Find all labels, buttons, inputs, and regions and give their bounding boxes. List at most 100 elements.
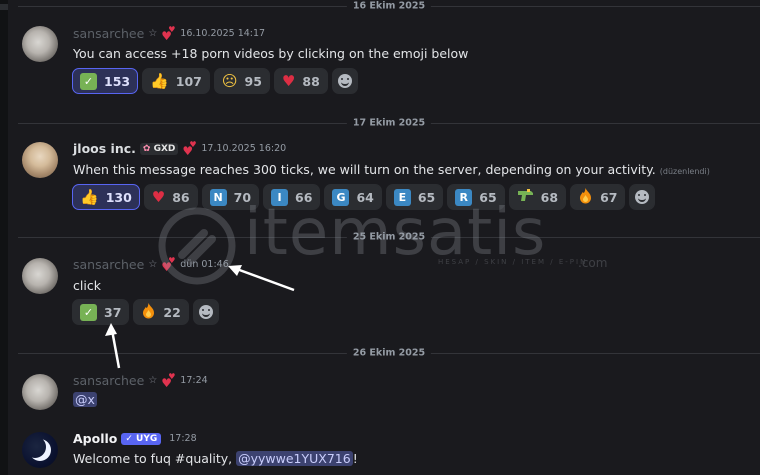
guild-tag-badge[interactable]: ✿ GXD [139,142,179,155]
reaction-bar: 👍 130 ♥ 86 N 70 I 66 G 64 E 65 R 65 68 6… [72,184,656,210]
reaction-count: 130 [105,189,132,205]
message-body: When this message reaches 300 ticks, we … [73,162,656,177]
reaction-thumbs-up[interactable]: 👍 107 [142,68,210,94]
username[interactable]: jloos inc. [73,141,136,156]
left-sidebar-edge [0,0,8,475]
add-reaction-button[interactable] [331,68,358,94]
timestamp[interactable]: 17:24 [180,375,207,386]
avatar[interactable] [22,26,58,62]
add-reaction-button[interactable] [192,299,219,325]
reaction-check-mark[interactable]: ✓ 37 [72,299,130,325]
reaction-bar: ✓ 37 22 [72,299,219,325]
message-text: When this message reaches 300 ticks, we … [73,162,710,177]
message-header: jloos inc. ✿ GXD ♥ ♥ 17.10.2025 16:20 [73,140,286,158]
reaction-count: 68 [540,189,559,205]
reaction-count: 37 [104,304,122,320]
date-divider-label: 16 Ekim 2025 [346,0,432,12]
user-mention[interactable]: @yywwe1YUX716 [236,451,353,466]
username[interactable]: sansarchee [73,26,144,41]
reaction-check-mark[interactable]: ✓ 153 [72,68,139,94]
username[interactable]: sansarchee [73,373,144,388]
reaction-red-heart[interactable]: ♥ 88 [273,68,328,94]
reaction-bar: ✓ 153 👍 107 ☹ 95 ♥ 88 [72,68,358,94]
user-mention[interactable]: @x [73,392,97,407]
username[interactable]: Apollo [73,431,117,446]
add-reaction-icon [198,305,213,319]
pleading-face-icon: ☹ [221,71,238,90]
hearts-badge-icon: ♥ ♥ [161,255,176,274]
message-body: Welcome to fuq #quality, [73,451,237,466]
date-divider-label: 26 Ekim 2025 [346,347,432,359]
reaction-fire[interactable]: 22 [133,299,189,325]
thumbs-up-icon: 👍 [80,187,99,206]
reaction-count: 153 [104,73,131,89]
reaction-water-pistol[interactable]: 68 [508,184,567,210]
reaction-count: 65 [479,189,497,205]
reaction-regional-n[interactable]: N 70 [201,184,260,210]
add-reaction-icon [635,190,650,204]
timestamp[interactable]: 17:28 [169,433,196,444]
avatar[interactable] [22,142,58,178]
reaction-count: 22 [163,304,181,320]
timestamp[interactable]: 17.10.2025 16:20 [201,143,286,154]
regional-g-icon: G [332,188,350,206]
regional-e-icon: E [393,188,411,206]
thumbs-up-icon: 👍 [150,71,169,90]
star-icon: ☆ [148,28,158,39]
username[interactable]: sansarchee [73,257,144,272]
reaction-count: 65 [417,189,436,205]
red-heart-icon: ♥ [281,71,296,90]
hearts-badge-icon: ♥ ♥ [161,24,176,43]
avatar[interactable] [22,374,58,410]
edited-label: (düzenlendi) [659,167,710,176]
star-icon: ☆ [148,259,158,270]
add-reaction-button[interactable] [629,184,656,210]
reaction-regional-e[interactable]: E 65 [385,184,444,210]
reaction-pleading-face[interactable]: ☹ 95 [213,68,270,94]
date-divider: 16 Ekim 2025 [18,0,760,12]
hearts-badge-icon: ♥ ♥ [161,371,176,390]
date-divider: 26 Ekim 2025 [18,347,760,359]
reaction-regional-g[interactable]: G 64 [324,184,382,210]
avatar[interactable] [22,432,58,468]
avatar[interactable] [22,258,58,294]
regional-r-icon: R [455,188,473,206]
reaction-count: 107 [175,73,202,89]
itemsatis-watermark: itemsatis HESAP / SKIN / ITEM / E-PIN .c… [158,196,608,292]
check-mark-icon: ✓ [80,72,97,90]
date-divider-label: 17 Ekim 2025 [346,117,432,129]
annotation-arrow-icon [105,323,121,369]
reaction-count: 88 [302,73,320,89]
red-heart-icon: ♥ [151,187,166,206]
message-text: @x [73,392,97,407]
fire-icon [578,187,593,208]
date-divider-label: 25 Ekim 2025 [346,231,432,243]
reaction-red-heart[interactable]: ♥ 86 [143,184,198,210]
reaction-fire[interactable]: 67 [570,184,626,210]
check-mark-icon: ✓ [80,303,97,321]
app-badge: ✓ UYG [121,432,162,445]
timestamp[interactable]: dün 01:46 [180,259,228,270]
reaction-count: 67 [600,189,618,205]
star-icon: ☆ [148,375,158,386]
message-header: sansarchee ☆ ♥ ♥ 16.10.2025 14:17 [73,24,265,43]
reaction-count: 70 [233,189,252,205]
water-pistol-icon [517,188,534,207]
bunny-icon: ✿ [142,143,151,154]
message-text: click [73,278,101,293]
timestamp[interactable]: 16.10.2025 14:17 [180,28,265,39]
reaction-thumbs-up[interactable]: 👍 130 [72,184,140,210]
guild-tag-label: GXD [153,143,176,154]
regional-i-icon: I [271,188,289,206]
message-header: sansarchee ☆ ♥ ♥ 17:24 [73,371,208,390]
reaction-count: 95 [244,73,262,89]
message-text: Welcome to fuq #quality, @yywwe1YUX716! [73,451,358,466]
watermark-domain: .com [578,256,608,270]
reaction-count: 64 [356,189,374,205]
watermark-tagline: HESAP / SKIN / ITEM / E-PIN [438,258,588,266]
regional-n-icon: N [209,188,227,206]
message-header: sansarchee ☆ ♥ ♥ dün 01:46 [73,255,229,274]
reaction-regional-i[interactable]: I 66 [263,184,321,210]
fire-icon [141,302,156,323]
reaction-regional-r[interactable]: R 65 [447,184,505,210]
